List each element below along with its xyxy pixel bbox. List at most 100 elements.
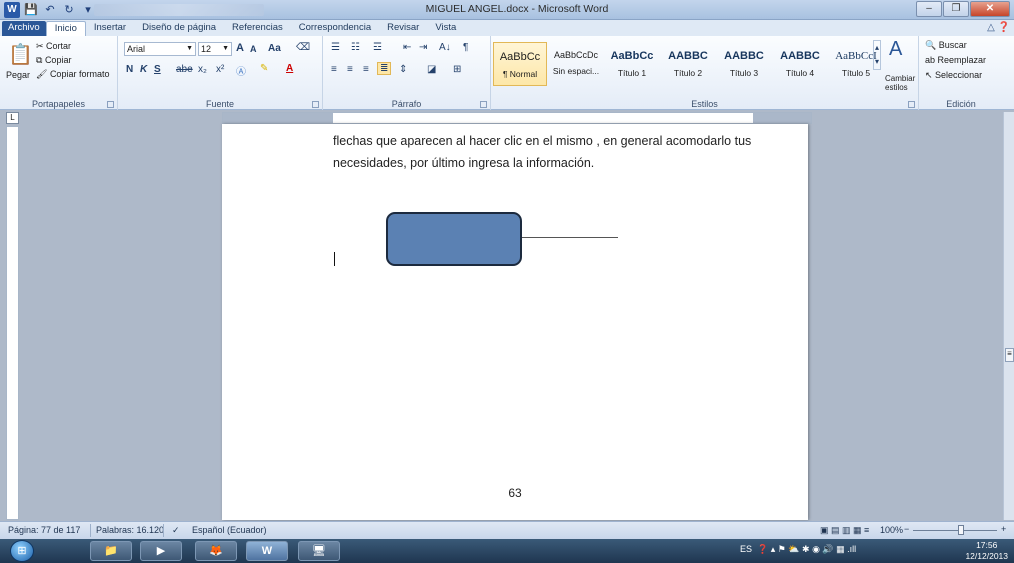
display-taskbar-icon[interactable]: 🖥 [298,541,340,561]
replace-label: Reemplazar [937,55,987,65]
borders-icon[interactable]: ⊞ [453,64,461,75]
style-titulo-3[interactable]: AABBC Título 3 [717,42,771,86]
italic-button[interactable]: K [140,64,147,75]
styles-scroll-icon[interactable]: ▴ ▾ [873,40,881,70]
tab-inicio[interactable]: Inicio [45,21,86,36]
clock[interactable]: 17:56 12/12/2013 [965,540,1008,562]
media-player-taskbar-icon[interactable]: ▶ [140,541,182,561]
change-styles-icon[interactable]: A [889,38,902,61]
numbering-icon[interactable]: ☷ [351,42,360,53]
tab-revisar[interactable]: Revisar [379,21,427,36]
format-painter-button[interactable]: 🖌 Copiar formato [36,69,109,80]
word-count[interactable]: Palabras: 16.120 [96,525,164,535]
underline-button[interactable]: S [154,64,161,75]
shading-icon[interactable]: ◪ [427,64,436,75]
paste-button[interactable]: Pegar [6,70,30,80]
firefox-taskbar-icon[interactable]: 🦊 [195,541,237,561]
styles-launcher-icon[interactable] [908,101,915,108]
rounded-rectangle-shape[interactable] [386,212,522,266]
maximize-button[interactable]: ❐ [943,1,969,17]
style-titulo-4[interactable]: AABBC Título 4 [773,42,827,86]
proofing-icon[interactable]: ✓ [172,525,180,536]
minimize-button[interactable]: – [916,1,942,17]
subscript-button[interactable]: x₂ [198,64,207,75]
document-line-1[interactable]: flechas que aparecen al hacer clic en el… [333,134,751,148]
select-button[interactable]: ↖ Seleccionar [925,70,982,81]
horizontal-ruler[interactable] [222,112,812,124]
tab-correspondencia[interactable]: Correspondencia [291,21,379,36]
format-painter-label: Copiar formato [49,69,110,79]
explorer-taskbar-icon[interactable]: 📁 [90,541,132,561]
connector-line[interactable] [522,237,618,238]
replace-icon: ab [925,55,938,65]
font-launcher-icon[interactable] [312,101,319,108]
find-button[interactable]: 🔍 Buscar [925,40,967,51]
font-color-icon[interactable]: A [286,63,293,74]
language-indicator[interactable]: ES [740,544,752,554]
paragraph-launcher-icon[interactable] [480,101,487,108]
cut-button[interactable]: ✂ Cortar [36,41,71,52]
style-sample: AaBbCcDc [553,50,598,60]
style-name: Título 1 [617,68,647,78]
view-buttons-icon[interactable]: ▣ ▤ ▥ ▦ ≡ [820,525,869,536]
align-right-icon[interactable]: ≡ [363,64,369,75]
font-name-value: Arial [127,44,146,54]
tab-diseno-pagina[interactable]: Diseño de página [134,21,224,36]
clear-format-icon[interactable]: ⌫ [296,42,310,53]
font-name-combo[interactable]: Arial ▼ [124,42,196,56]
zoom-slider-thumb[interactable] [958,525,964,535]
increase-indent-icon[interactable]: ⇥ [419,42,427,53]
paste-icon[interactable]: 📋 [8,42,33,67]
zoom-slider-track[interactable] [913,530,997,531]
scroll-thumb[interactable]: ≡ [1005,348,1014,362]
page-count[interactable]: Página: 77 de 117 [8,525,80,535]
decrease-indent-icon[interactable]: ⇤ [403,42,411,53]
font-size-combo[interactable]: 12 ▼ [198,42,232,56]
sort-button[interactable]: A↓ [439,42,451,53]
multilevel-list-icon[interactable]: ☲ [373,42,382,53]
style-titulo-2[interactable]: AABBC Título 2 [661,42,715,86]
highlight-icon[interactable]: ✎ [260,63,268,74]
document-line-2[interactable]: necesidades, por último ingresa la infor… [333,156,594,170]
bullets-icon[interactable]: ☰ [331,42,340,53]
tab-selector-button[interactable]: L [6,112,19,124]
align-left-icon[interactable]: ≡ [331,64,337,75]
tab-archivo[interactable]: Archivo [2,21,46,36]
zoom-out-button[interactable]: − [904,524,909,534]
chevron-down-icon: ▼ [222,45,229,52]
language-status[interactable]: Español (Ecuador) [192,525,267,535]
clipboard-launcher-icon[interactable] [107,101,114,108]
word-taskbar-icon[interactable]: W [246,541,288,561]
strikethrough-button[interactable]: abe [176,64,193,75]
change-case-button[interactable]: Aa [268,43,281,54]
copy-button[interactable]: ⧉ Copiar [36,55,71,66]
document-page[interactable]: flechas que aparecen al hacer clic en el… [222,124,808,520]
bold-button[interactable]: N [126,64,133,75]
style-normal[interactable]: AaBbCc ¶ Normal [493,42,547,86]
style-sin-espaciado[interactable]: AaBbCcDc Sin espaci... [549,42,603,86]
tray-icons[interactable]: ❓ ▴ ⚑ ⛅ ✱ ◉ 🔊 ▦ .ıll [755,544,856,554]
vertical-scrollbar[interactable]: ≡ [1003,112,1014,520]
zoom-in-button[interactable]: + [1001,524,1006,534]
ribbon-collapse-help-icon[interactable]: △ ❓ [987,22,1010,33]
text-effects-icon[interactable]: Ⓐ [236,63,246,78]
tab-vista[interactable]: Vista [427,21,464,36]
superscript-button[interactable]: x² [216,64,224,75]
shrink-font-button[interactable]: A [250,44,257,54]
close-button[interactable]: ✕ [970,1,1010,17]
align-center-icon[interactable]: ≡ [347,64,353,75]
font-group: Arial ▼ 12 ▼ A A Aa ⌫ N K S abe x₂ x² Ⓐ ✎ … [118,36,323,110]
line-spacing-icon[interactable]: ⇕ [399,64,407,75]
justify-icon[interactable]: ≣ [377,62,392,75]
change-styles-button[interactable]: Cambiar estilos [885,74,915,92]
replace-button[interactable]: ab Reemplazar [925,55,986,65]
vertical-ruler[interactable] [6,126,19,520]
style-titulo-1[interactable]: AaBbCc Título 1 [605,42,659,86]
styles-group-label: Estilos [691,99,718,109]
show-marks-button[interactable]: ¶ [463,42,468,53]
zoom-level[interactable]: 100% [880,525,903,535]
tab-insertar[interactable]: Insertar [86,21,134,36]
tab-referencias[interactable]: Referencias [224,21,291,36]
start-button[interactable]: ⊞ [10,540,34,562]
grow-font-button[interactable]: A [236,42,244,54]
